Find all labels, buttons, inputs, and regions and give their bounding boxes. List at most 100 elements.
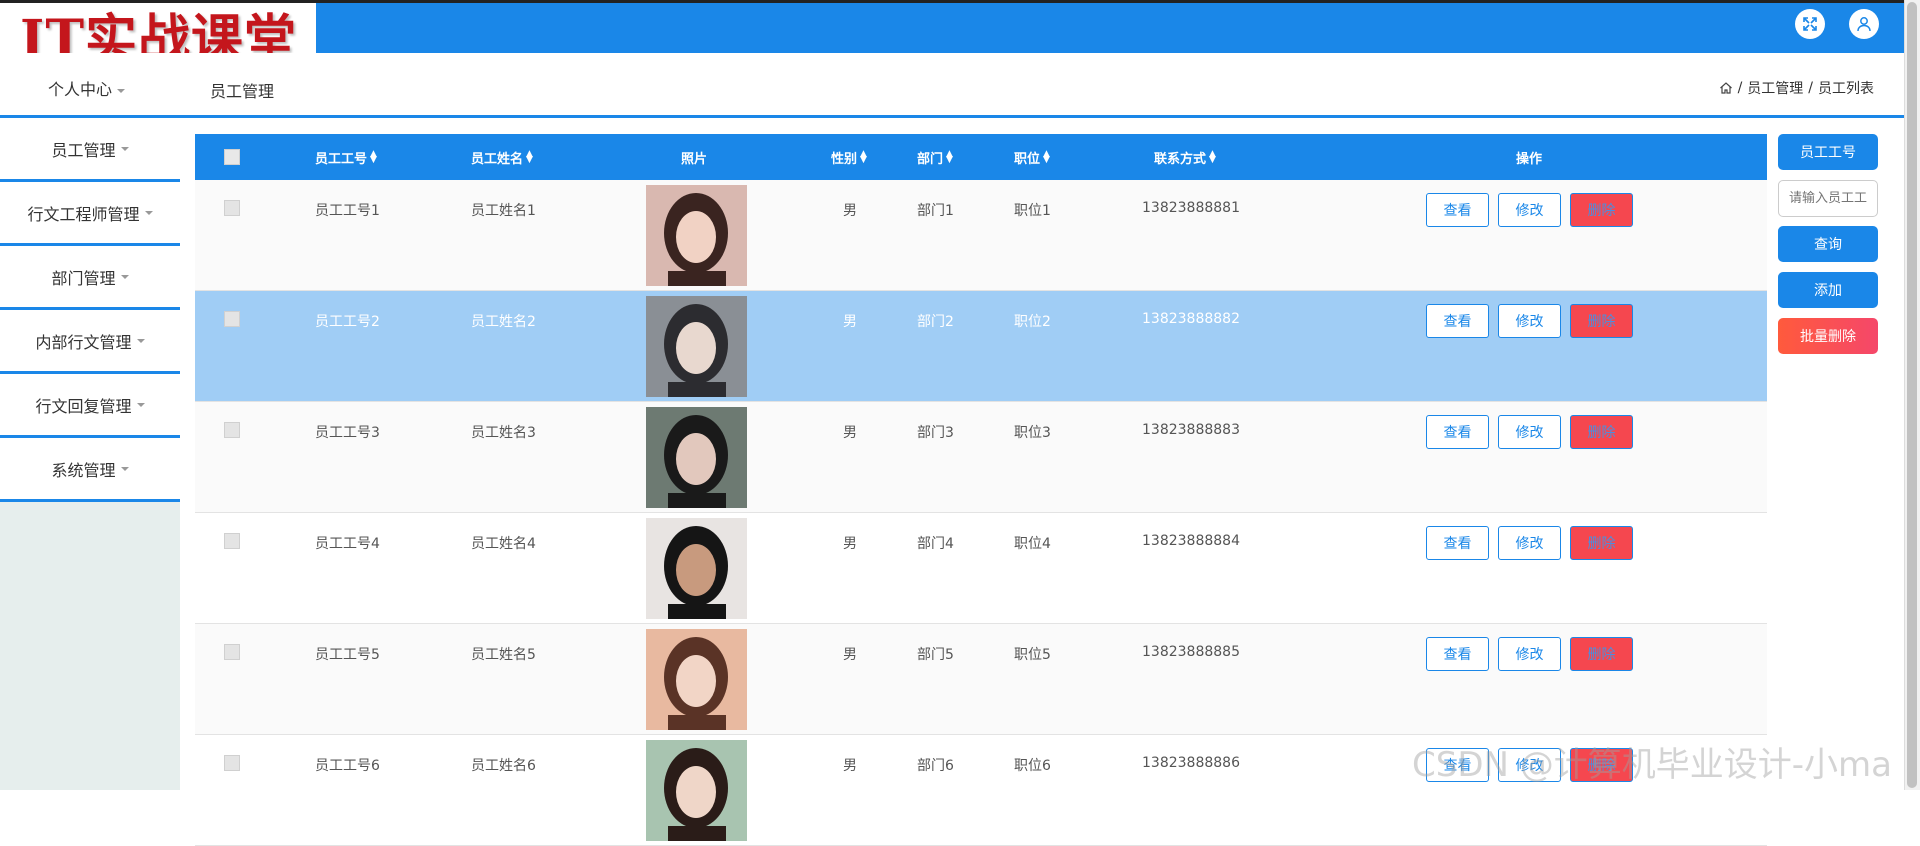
sidebar-item-system[interactable]: 系统管理 [0, 438, 180, 502]
employee-id-filter-button[interactable]: 员工工号 [1778, 134, 1878, 170]
query-button[interactable]: 查询 [1778, 226, 1878, 262]
sidebar-item-label: 部门管理 [51, 268, 116, 288]
add-button[interactable]: 添加 [1778, 272, 1878, 308]
row-checkbox[interactable] [224, 533, 240, 549]
cell-contact: 13823888881 [1142, 200, 1240, 216]
cell-name: 员工姓名1 [471, 203, 536, 219]
view-button[interactable]: 查看 [1426, 415, 1489, 449]
cell-position: 职位6 [1014, 758, 1051, 774]
table-row[interactable]: 员工工号6 员工姓名6 男 部门6 职位6 13823888886 查看 修改 删除 [195, 735, 1767, 846]
header-contact[interactable]: 联系方式 ▲ ▼ [1154, 134, 1216, 180]
sort-icon: ▲ ▼ [370, 149, 377, 165]
cell-id: 员工工号1 [315, 203, 380, 219]
header-gender[interactable]: 性别 ▲ ▼ [831, 134, 867, 180]
employee-photo [646, 740, 747, 841]
breadcrumb-separator: / [1808, 80, 1813, 96]
sidebar-item-label: 内部行文管理 [35, 332, 132, 352]
view-button[interactable]: 查看 [1426, 637, 1489, 671]
view-button[interactable]: 查看 [1426, 304, 1489, 338]
batch-delete-button[interactable]: 批量删除 [1778, 318, 1878, 354]
chevron-down-icon [117, 88, 126, 93]
scrollbar[interactable] [1904, 0, 1920, 790]
view-button[interactable]: 查看 [1426, 748, 1489, 782]
table-row[interactable]: 员工工号4 员工姓名4 男 部门4 职位4 13823888884 查看 修改 删除 [195, 513, 1767, 624]
row-checkbox[interactable] [224, 755, 240, 771]
cell-dept: 部门3 [917, 425, 954, 441]
edit-button[interactable]: 修改 [1498, 748, 1561, 782]
cell-name: 员工姓名4 [471, 536, 536, 552]
table-body: 员工工号1 员工姓名1 男部门1 职位1 13823888881 查看 修改 删除 员工工号2 员… [195, 180, 1767, 846]
header-photo: 照片 [681, 151, 708, 167]
breadcrumb-item[interactable]: 员工管理 [1747, 78, 1803, 98]
header-dept[interactable]: 部门 ▲ ▼ [917, 134, 953, 180]
personal-center-label: 个人中心 [48, 80, 113, 99]
chevron-down-icon [120, 274, 129, 279]
cell-gender: 男 [843, 203, 857, 219]
chevron-down-icon [136, 338, 145, 343]
view-button[interactable]: 查看 [1426, 193, 1489, 227]
cell-position: 职位3 [1014, 425, 1051, 441]
table-row[interactable]: 员工工号1 员工姓名1 男 部门1 职位1 13823888881 查看 修改 删除 [195, 180, 1767, 291]
edit-button[interactable]: 修改 [1498, 526, 1561, 560]
sidebar-item-employee[interactable]: 员工管理 [0, 118, 180, 182]
sort-icon: ▲ ▼ [946, 149, 953, 165]
table-row[interactable]: 员工工号3 员工姓名3 男 部门3 职位3 13823888883 查看 修改 删除 [195, 402, 1767, 513]
sort-icon: ▲ ▼ [860, 149, 867, 165]
user-icon[interactable] [1849, 9, 1879, 39]
tab-employee-management[interactable]: 员工管理 [210, 78, 274, 102]
cell-name: 员工姓名6 [471, 758, 536, 774]
personal-center-menu[interactable]: 个人中心 [48, 76, 126, 100]
row-checkbox[interactable] [224, 200, 240, 216]
cell-contact: 13823888882 [1142, 311, 1240, 327]
edit-button[interactable]: 修改 [1498, 637, 1561, 671]
cell-contact: 13823888885 [1142, 644, 1240, 660]
delete-button[interactable]: 删除 [1570, 193, 1633, 227]
fullscreen-icon[interactable] [1795, 9, 1825, 39]
header-name[interactable]: 员工姓名 ▲ ▼ [471, 134, 533, 180]
table-row[interactable]: 员工工号2 员工姓名2 男 部门2 职位2 13823888882 查看 修改 删除 [195, 291, 1767, 402]
delete-button[interactable]: 删除 [1570, 526, 1633, 560]
header-position[interactable]: 职位 ▲ ▼ [1014, 134, 1050, 180]
sidebar-item-label: 系统管理 [51, 460, 116, 480]
sort-icon: ▲ ▼ [526, 149, 533, 165]
table-row[interactable]: 员工工号5 员工姓名5 男 部门5 职位5 13823888885 查看 修改 删除 [195, 624, 1767, 735]
table-header: 员工工号 ▲ ▼ 员工姓名 ▲ ▼ 照片 性别 ▲ ▼ 部门 ▲ ▼ 职位 ▲ ▼ 联系方式 ▲ ▼ 操… [195, 134, 1767, 180]
cell-dept: 部门5 [917, 647, 954, 663]
header-name-label: 员工姓名 [471, 151, 524, 167]
delete-button[interactable]: 删除 [1570, 637, 1633, 671]
row-checkbox[interactable] [224, 422, 240, 438]
sidebar-item-department[interactable]: 部门管理 [0, 246, 180, 310]
sidebar-item-doc-reply[interactable]: 行文回复管理 [0, 374, 180, 438]
cell-name: 员工姓名3 [471, 425, 536, 441]
scrollbar-thumb[interactable] [1907, 2, 1917, 788]
select-all-checkbox[interactable] [224, 149, 240, 165]
delete-button[interactable]: 删除 [1570, 748, 1633, 782]
cell-gender: 男 [843, 314, 857, 330]
edit-button[interactable]: 修改 [1498, 415, 1561, 449]
sidebar: 员工管理 行文工程师管理 部门管理 内部行文管理 行文回复管理 系统管理 [0, 118, 180, 790]
sidebar-item-engineer[interactable]: 行文工程师管理 [0, 182, 180, 246]
breadcrumb-item: 员工列表 [1818, 81, 1874, 97]
cell-id: 员工工号2 [315, 314, 380, 330]
sort-icon: ▲ ▼ [1209, 149, 1216, 165]
employee-photo [646, 407, 747, 508]
cell-dept: 部门6 [917, 758, 954, 774]
sidebar-item-internal-doc[interactable]: 内部行文管理 [0, 310, 180, 374]
edit-button[interactable]: 修改 [1498, 193, 1561, 227]
home-icon[interactable] [1719, 81, 1733, 95]
edit-button[interactable]: 修改 [1498, 304, 1561, 338]
delete-button[interactable]: 删除 [1570, 304, 1633, 338]
cell-contact: 13823888883 [1142, 422, 1240, 438]
nav-row: 个人中心 员工管理 / 员工管理 / 员工列表 [0, 53, 1904, 118]
row-checkbox[interactable] [224, 644, 240, 660]
cell-id: 员工工号3 [315, 425, 380, 441]
delete-button[interactable]: 删除 [1570, 415, 1633, 449]
view-button[interactable]: 查看 [1426, 526, 1489, 560]
row-checkbox[interactable] [224, 311, 240, 327]
header-position-label: 职位 [1014, 151, 1041, 167]
employee-photo [646, 296, 747, 397]
sidebar-item-label: 行文回复管理 [35, 396, 132, 416]
header-id[interactable]: 员工工号 ▲ ▼ [315, 134, 377, 180]
chevron-down-icon [144, 210, 153, 215]
search-input[interactable] [1778, 180, 1878, 217]
